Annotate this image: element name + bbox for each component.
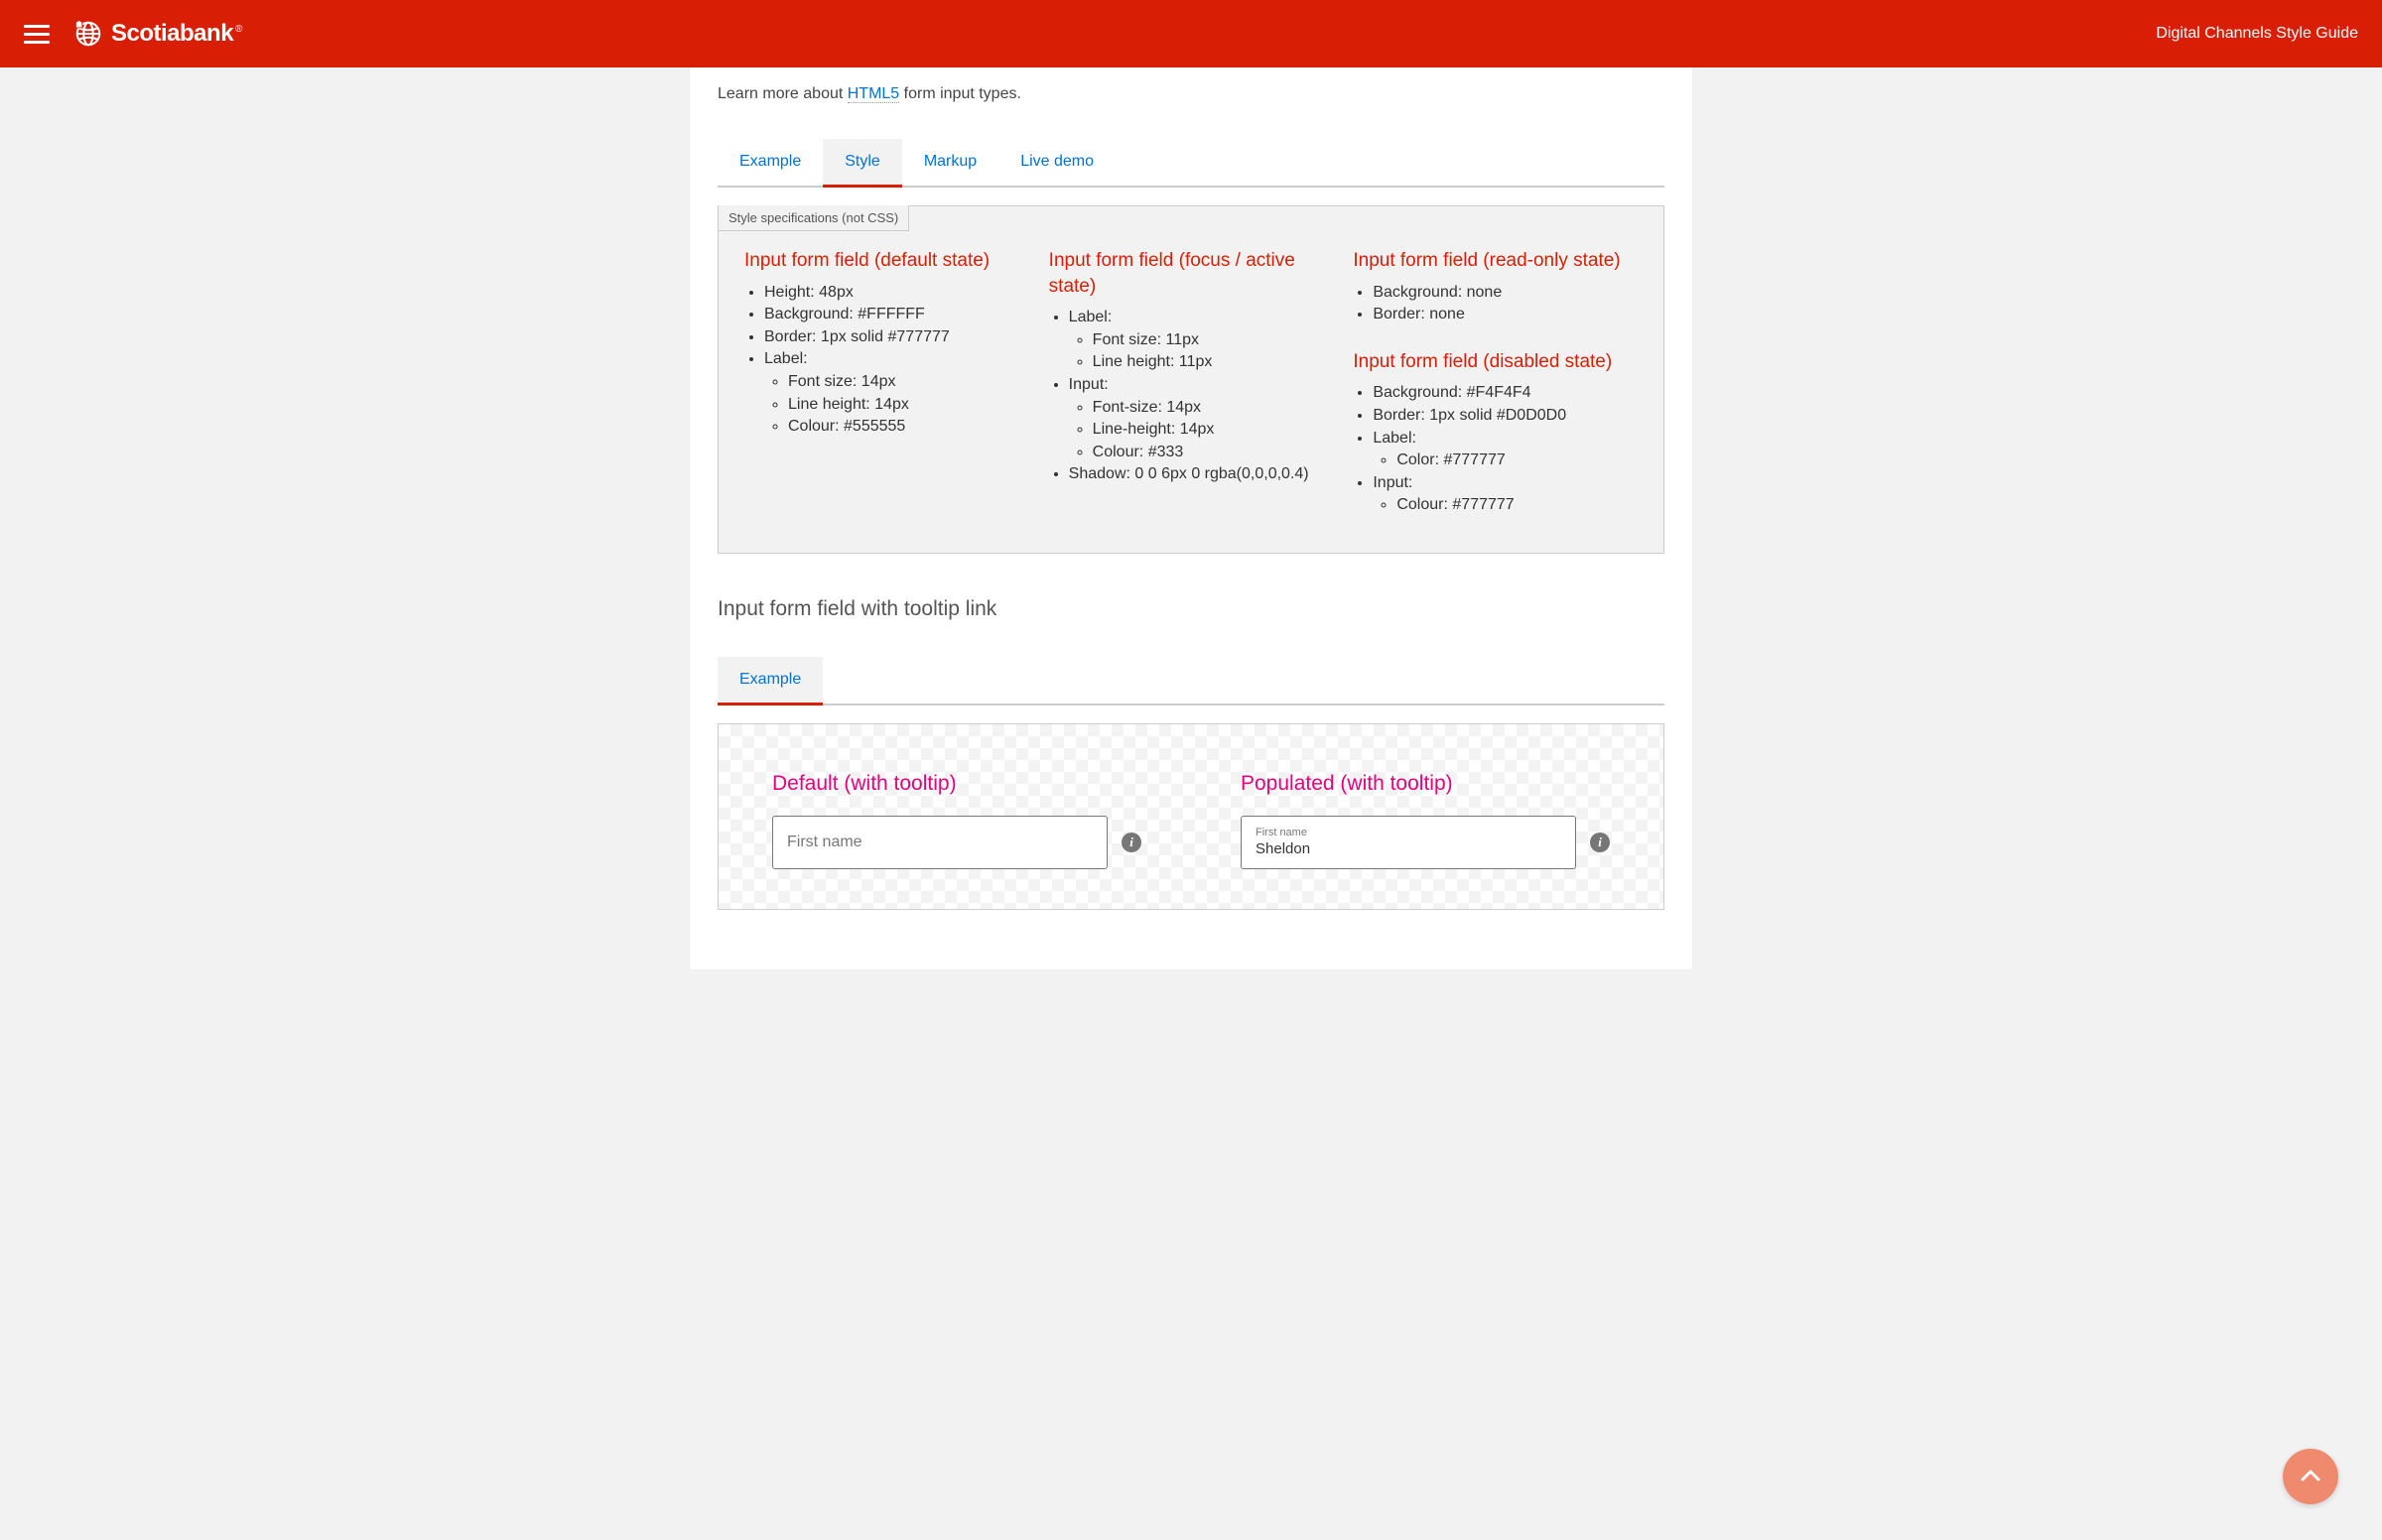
spec-item: Height: 48px <box>764 282 1029 304</box>
spec-item: Line height: 14px <box>788 394 1029 416</box>
spec-item: Shadow: 0 0 6px 0 rgba(0,0,0,0.4) <box>1069 463 1334 485</box>
menu-icon[interactable] <box>24 25 50 44</box>
style-spec-panel: Style specifications (not CSS) Input for… <box>718 205 1664 554</box>
spec-item: Colour: #555555 <box>788 416 1029 438</box>
brand-name: Scotiabank® <box>111 20 242 48</box>
spec-heading-disabled: Input form field (disabled state) <box>1353 349 1638 375</box>
example-label-populated: Populated (with tooltip) <box>1241 772 1610 796</box>
spec-heading-readonly: Input form field (read-only state) <box>1353 248 1638 274</box>
spec-heading-default: Input form field (default state) <box>744 248 1029 274</box>
page-container: Learn more about HTML5 form input types.… <box>690 67 1692 969</box>
spec-item: Background: none <box>1373 282 1638 304</box>
spec-item: Color: #777777 <box>1396 449 1638 471</box>
spec-item: Font size: 14px <box>788 371 1029 393</box>
spec-item: Colour: #777777 <box>1396 494 1638 516</box>
input-value: Sheldon <box>1256 840 1561 858</box>
info-icon[interactable]: i <box>1590 833 1610 852</box>
spec-item: Colour: #333 <box>1093 442 1334 463</box>
chevron-up-icon <box>2299 1465 2322 1488</box>
spec-item: Line-height: 14px <box>1093 419 1334 441</box>
brand-logo[interactable]: Scotiabank® <box>73 19 242 49</box>
scroll-to-top-button[interactable] <box>2283 1449 2338 1504</box>
spec-item: Input: Colour: #777777 <box>1373 472 1638 516</box>
tab-style[interactable]: Style <box>823 139 902 188</box>
spec-col-focus: Input form field (focus / active state) … <box>1049 248 1334 517</box>
spec-heading-focus: Input form field (focus / active state) <box>1049 248 1334 299</box>
spec-item: Background: #FFFFFF <box>764 304 1029 325</box>
firstname-input-populated[interactable]: First name Sheldon <box>1241 816 1576 869</box>
spec-tag: Style specifications (not CSS) <box>718 205 909 231</box>
example-populated-col: Populated (with tooltip) First name Shel… <box>1241 772 1610 869</box>
lead-prefix: Learn more about <box>718 85 848 102</box>
firstname-input-default[interactable]: First name <box>772 816 1108 869</box>
spec-item: Label: Font size: 11px Line height: 11px <box>1069 307 1334 373</box>
info-icon[interactable]: i <box>1122 833 1141 852</box>
tab-markup[interactable]: Markup <box>902 139 998 188</box>
spec-item: Border: 1px solid #777777 <box>764 326 1029 348</box>
lead-suffix: form input types. <box>899 85 1021 102</box>
example-label-default: Default (with tooltip) <box>772 772 1141 796</box>
lead-paragraph: Learn more about HTML5 form input types. <box>718 85 1664 103</box>
example-panel: Default (with tooltip) First name i Popu… <box>718 723 1664 910</box>
spec-item: Border: 1px solid #D0D0D0 <box>1373 405 1638 427</box>
app-header: Scotiabank® Digital Channels Style Guide <box>0 0 2382 67</box>
spec-item: Font-size: 14px <box>1093 397 1334 419</box>
spec-col-default: Input form field (default state) Height:… <box>744 248 1029 517</box>
spec-item: Input: Font-size: 14px Line-height: 14px… <box>1069 374 1334 462</box>
section-title-tooltip: Input form field with tooltip link <box>718 597 1664 621</box>
globe-icon <box>73 19 103 49</box>
spec-item: Background: #F4F4F4 <box>1373 382 1638 404</box>
spec-col-readonly-disabled: Input form field (read-only state) Backg… <box>1353 248 1638 517</box>
html5-link[interactable]: HTML5 <box>848 85 899 103</box>
spec-item: Line height: 11px <box>1093 351 1334 373</box>
spec-item: Label: Color: #777777 <box>1373 428 1638 471</box>
tabs-primary: Example Style Markup Live demo <box>718 139 1664 188</box>
header-tagline: Digital Channels Style Guide <box>2156 25 2358 43</box>
input-small-label: First name <box>1256 827 1561 839</box>
tabs-secondary: Example <box>718 657 1664 706</box>
input-placeholder: First name <box>787 834 1093 851</box>
tab-example[interactable]: Example <box>718 139 823 188</box>
spec-item: Font size: 11px <box>1093 329 1334 351</box>
header-left: Scotiabank® <box>24 19 242 49</box>
spec-item: Border: none <box>1373 304 1638 325</box>
tab-example-2[interactable]: Example <box>718 657 823 706</box>
spec-item: Label: Font size: 14px Line height: 14px… <box>764 348 1029 437</box>
example-default-col: Default (with tooltip) First name i <box>772 772 1141 869</box>
tab-live-demo[interactable]: Live demo <box>998 139 1116 188</box>
